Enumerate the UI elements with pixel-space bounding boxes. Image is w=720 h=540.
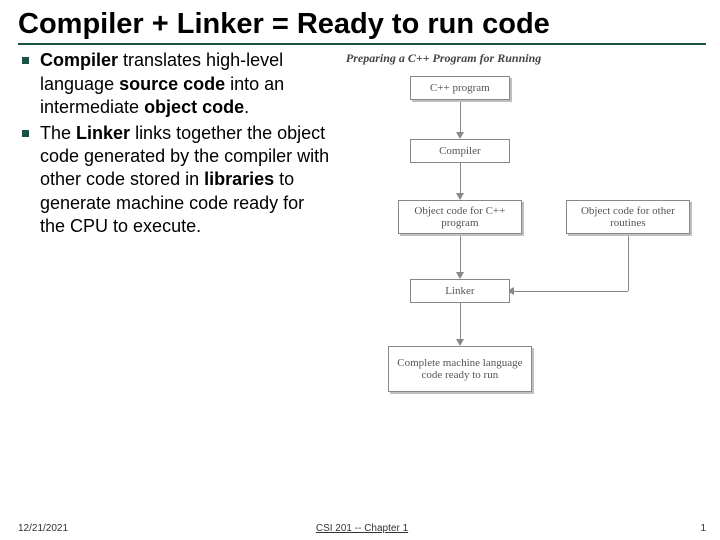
connector <box>460 236 461 272</box>
arrow-down-icon <box>456 193 464 200</box>
connector <box>514 291 628 292</box>
box-object-code-other: Object code for other routines <box>566 200 690 234</box>
bullet-list: Compiler translates high-level language … <box>18 49 330 238</box>
title-wrap: Compiler + Linker = Ready to run code <box>18 8 706 45</box>
diagram-column: Preparing a C++ Program for Running C++ … <box>340 49 706 468</box>
box-cpp-program: C++ program <box>410 76 510 100</box>
connector <box>460 163 461 193</box>
box-linker: Linker <box>410 279 510 303</box>
arrow-down-icon <box>456 272 464 279</box>
bullet-column: Compiler translates high-level language … <box>18 49 330 468</box>
connector <box>628 236 629 291</box>
bullet-item: Compiler translates high-level language … <box>18 49 330 119</box>
bullet-item: The Linker links together the object cod… <box>18 122 330 239</box>
arrow-down-icon <box>456 132 464 139</box>
connector <box>460 303 461 339</box>
compile-link-diagram: C++ program Compiler Object code for C++… <box>340 76 706 468</box>
arrow-down-icon <box>456 339 464 346</box>
slide-title: Compiler + Linker = Ready to run code <box>18 8 706 41</box>
slide-footer: 12/21/2021 CSI 201 -- Chapter 1 1 <box>18 523 706 534</box>
diagram-header: Preparing a C++ Program for Running <box>340 51 706 66</box>
footer-center: CSI 201 -- Chapter 1 <box>18 523 706 534</box>
box-machine-code: Complete machine language code ready to … <box>388 346 532 392</box>
connector <box>460 102 461 132</box>
box-object-code-cpp: Object code for C++ program <box>398 200 522 234</box>
box-compiler: Compiler <box>410 139 510 163</box>
content-row: Compiler translates high-level language … <box>18 49 706 468</box>
